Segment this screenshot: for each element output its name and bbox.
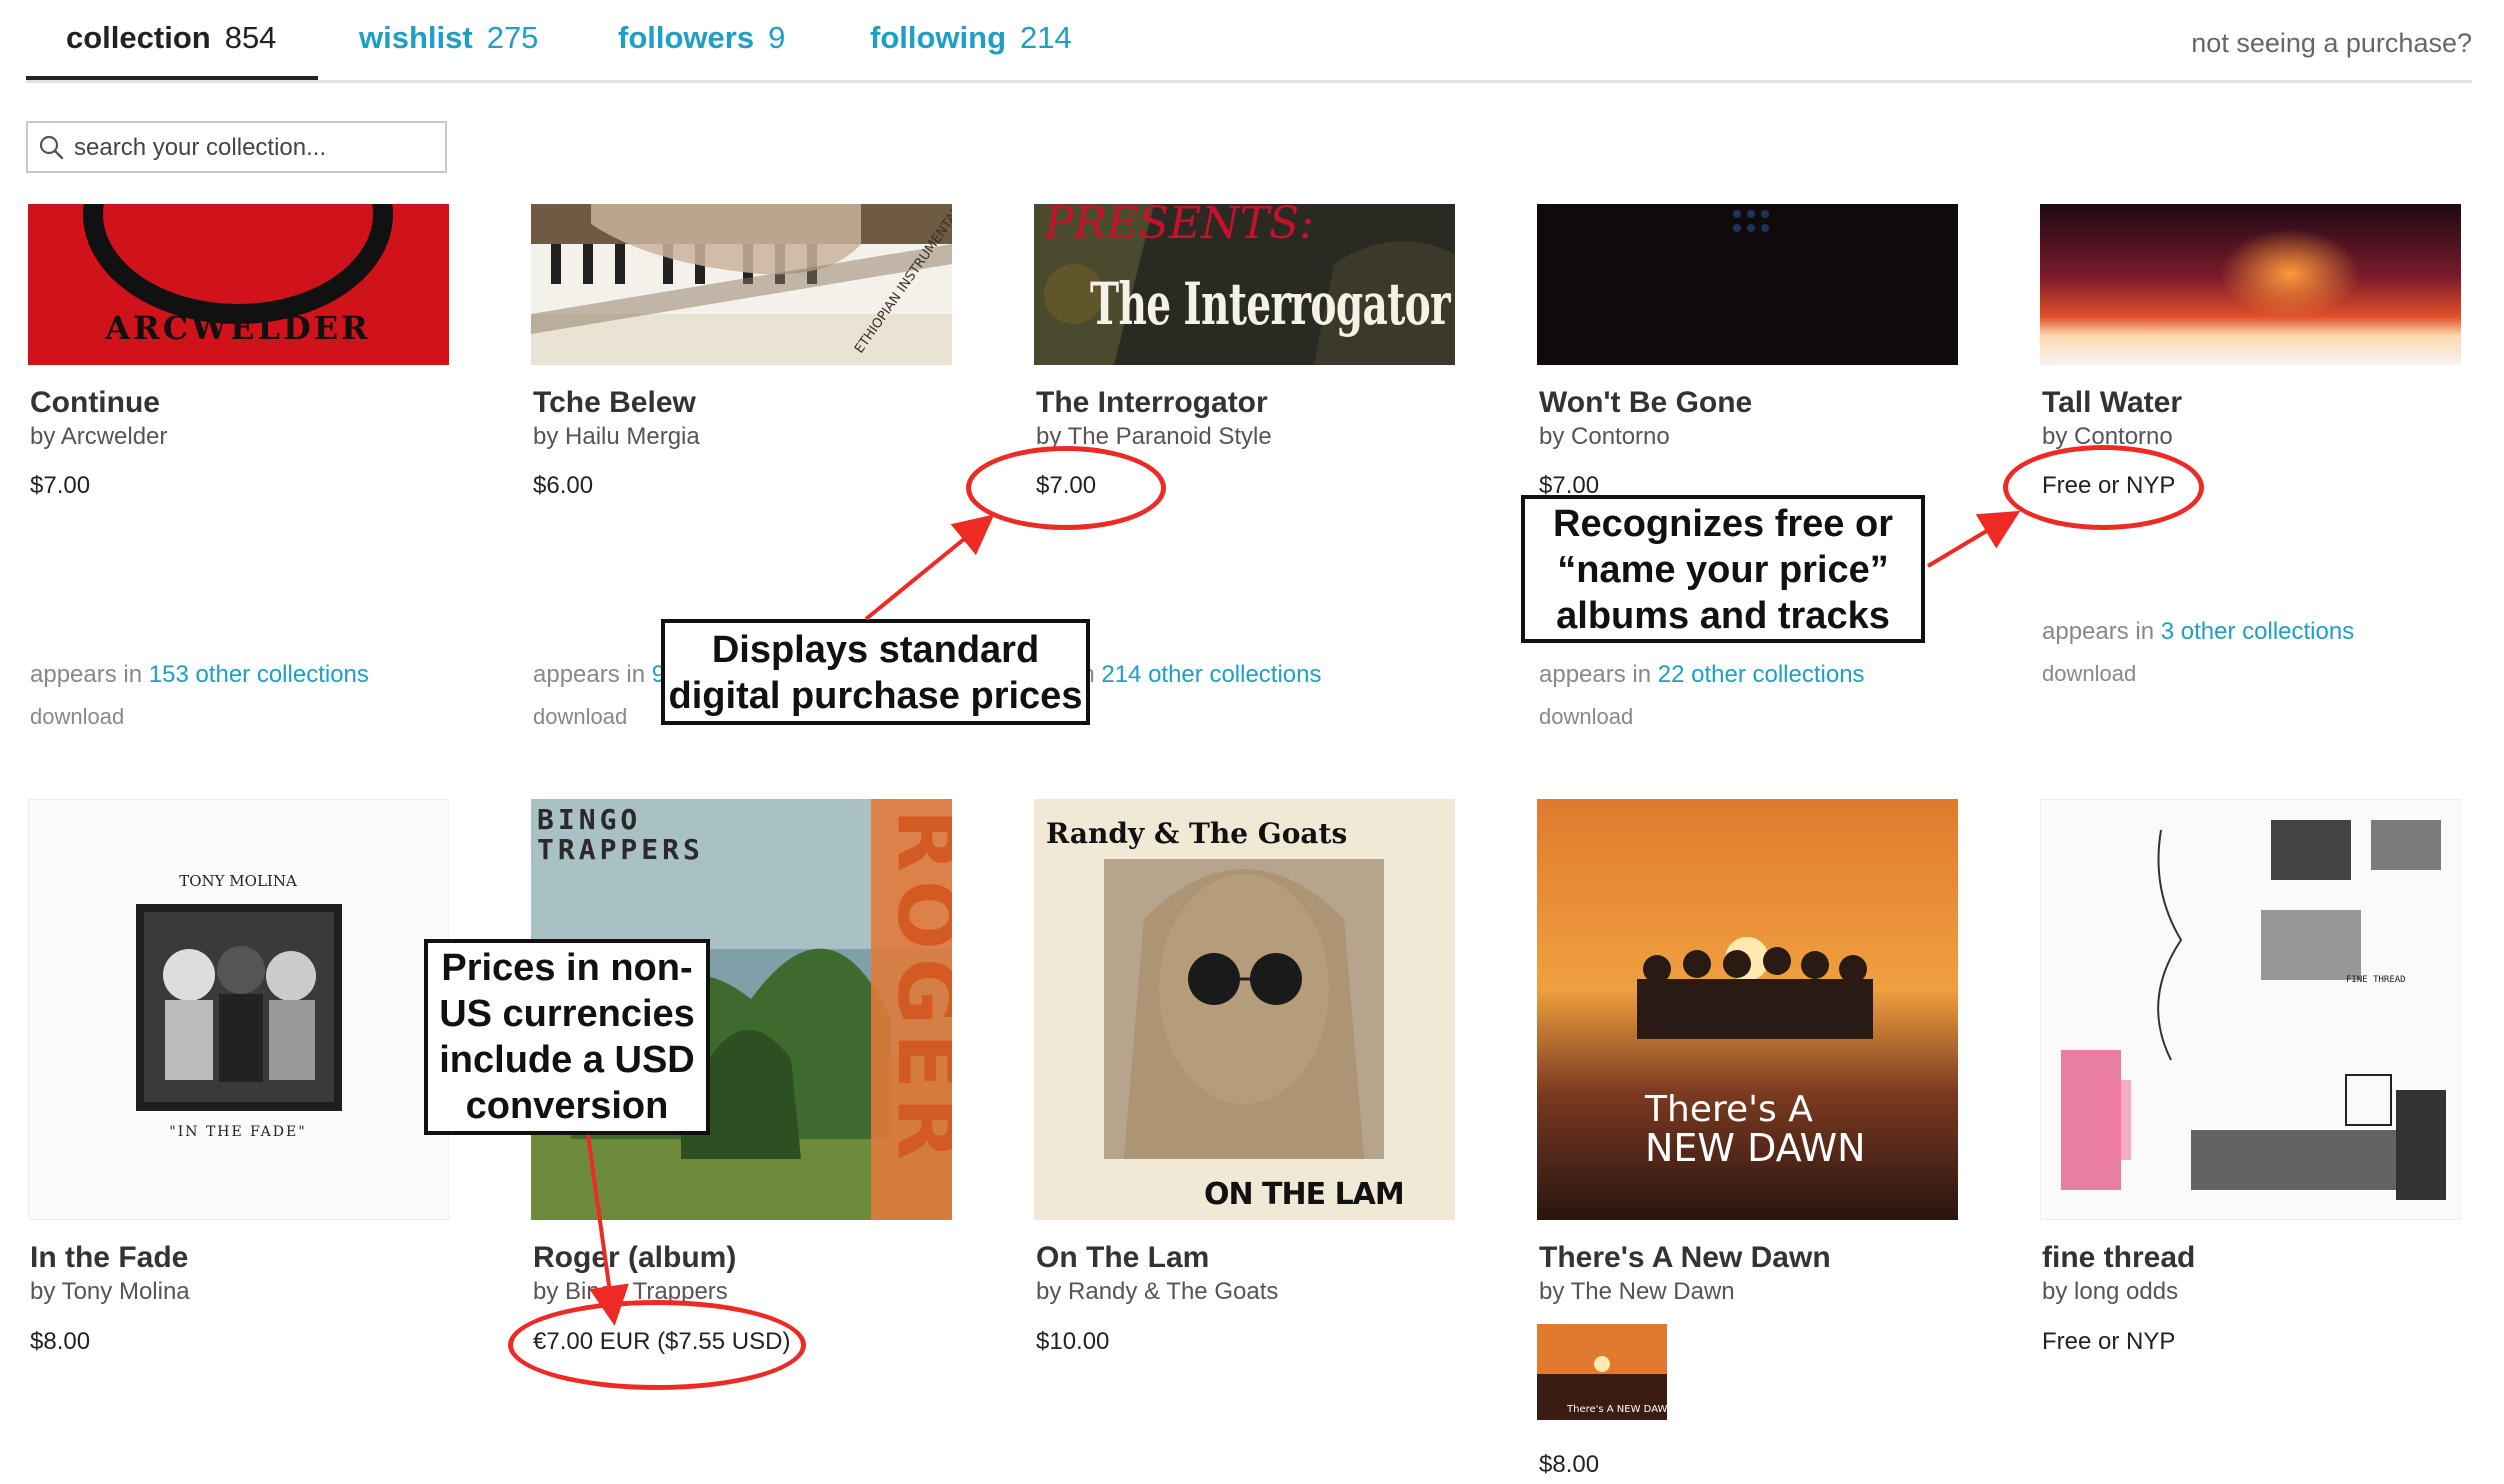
download-link[interactable]: download [1539,704,1633,730]
appears-in: appears in 3 other collections [2042,618,2354,646]
album-title[interactable]: Roger (album) [533,1241,736,1275]
album-artist[interactable]: by Hailu Mergia [533,423,700,451]
collection-tabs: collection 854 wishlist 275 followers 9 fol… [26,0,2472,83]
album-title[interactable]: Won't Be Gone [1539,386,1752,420]
album-artist[interactable]: by Randy & The Goats [1036,1278,1278,1306]
tab-following-count: 214 [1020,20,1072,55]
tab-wishlist-count: 275 [486,20,539,55]
search-icon [39,135,64,160]
arrow-to-free-nyp [1926,510,2021,568]
album-artist[interactable]: by The New Dawn [1539,1278,1735,1306]
album-art-text: TONY MOLINA [179,872,297,890]
other-collections-link[interactable]: 3 other collections [2161,618,2354,645]
album-art-text: ON THE LAM [1204,1177,1404,1212]
album-title[interactable]: There's A New Dawn [1539,1241,1831,1275]
highlight-ring-free-nyp [2003,445,2204,530]
album-artist[interactable]: by long odds [2042,1278,2178,1306]
appears-in-prefix: appears in [533,661,652,688]
tab-collection[interactable]: collection 854 [66,20,276,56]
appears-in-prefix: appears in [1539,661,1658,688]
album-art[interactable] [1537,204,1958,365]
album-art[interactable] [2040,204,2461,365]
collection-search[interactable] [26,121,447,173]
download-link[interactable]: download [533,704,627,730]
album-art-text: NEW DAWN [1645,1126,1866,1170]
download-link[interactable]: download [30,704,124,730]
highlight-ring-eur-price [508,1300,806,1390]
album-art[interactable]: There's A NEW DAWN [1537,799,1958,1220]
album-artist[interactable]: by Contorno [1539,423,1670,451]
tab-followers-count: 9 [768,20,786,55]
album-art[interactable]: FINE THREAD [2040,799,2461,1220]
album-art-text: ARCWELDER [104,309,370,347]
album-art[interactable]: TONY MOLINA "IN THE FADE" [28,799,449,1220]
appears-in: appears in 22 other collections [1539,661,1865,689]
tab-followers-label: followers [618,20,755,55]
album-artist[interactable]: by Arcwelder [30,423,167,451]
callout-currency-conversion: Prices in non-US currencies include a US… [424,939,710,1135]
download-link[interactable]: download [2042,661,2136,687]
highlight-ring-standard-price [966,446,1166,530]
album-artist[interactable]: by Tony Molina [30,1278,190,1306]
callout-standard-prices: Displays standard digital purchase price… [661,619,1090,725]
album-art-text: "IN THE FADE" [169,1124,306,1140]
tab-collection-label: collection [66,20,211,55]
album-art[interactable]: ETHIOPIAN INSTRUMENTALS [531,204,952,365]
album-title[interactable]: fine thread [2042,1241,2195,1275]
album-art-text: TRAPPERS [537,833,704,866]
album-art-text: PRESENTS: [1043,204,1314,249]
album-title[interactable]: Tall Water [2042,386,2182,420]
album-title[interactable]: In the Fade [30,1241,188,1275]
other-collections-link[interactable]: 22 other collections [1658,661,1865,688]
other-collections-link[interactable]: 153 other collections [149,661,369,688]
album-art-text: ROGER [879,809,952,1168]
album-price: $10.00 [1036,1328,1110,1355]
album-art-text: Randy & The Goats [1046,817,1347,850]
album-price: $8.00 [1539,1451,1600,1478]
album-art[interactable]: ARCWELDER [28,204,449,365]
album-art[interactable]: PRESENTS: The Interrogator [1034,204,1455,365]
album-price: Free or NYP [2042,1328,2176,1355]
mini-art-text: There's A NEW DAWN [1566,1404,1667,1415]
album-art-text: The Interrogator [1090,270,1452,338]
tab-collection-count: 854 [224,20,277,55]
tab-following-label: following [870,20,1007,55]
album-title[interactable]: Continue [30,386,160,420]
other-collections-link[interactable]: 214 other collections [1101,661,1321,688]
appears-in-prefix: appears in [30,661,149,688]
album-title[interactable]: Tche Belew [533,386,696,420]
album-price: $6.00 [533,472,594,499]
album-art[interactable]: Randy & The Goats ON THE LAM [1034,799,1455,1220]
album-title[interactable]: The Interrogator [1036,386,1268,420]
album-art-text: BINGO [537,803,641,836]
album-art-text: FINE THREAD [2346,975,2406,985]
active-tab-underline [26,76,318,80]
album-art-text: There's A [1644,1089,1813,1130]
mini-album-art[interactable]: There's A NEW DAWN [1537,1324,1667,1420]
tab-following[interactable]: following 214 [870,20,1072,56]
album-price: $8.00 [30,1328,91,1355]
arrow-to-standard-price [864,514,995,621]
tab-followers[interactable]: followers 9 [618,20,785,56]
callout-free-nyp: Recognizes free or “name your price” alb… [1521,495,1925,643]
album-title[interactable]: On The Lam [1036,1241,1209,1275]
appears-in: appears in 9 [533,661,665,689]
not-seeing-purchase-link[interactable]: not seeing a purchase? [2191,28,2472,59]
appears-in-prefix: appears in [2042,618,2161,645]
tab-wishlist[interactable]: wishlist 275 [359,20,538,56]
appears-in: appears in 153 other collections [30,661,369,689]
album-price: $7.00 [30,472,91,499]
search-input[interactable] [72,129,436,167]
tab-wishlist-label: wishlist [359,20,473,55]
